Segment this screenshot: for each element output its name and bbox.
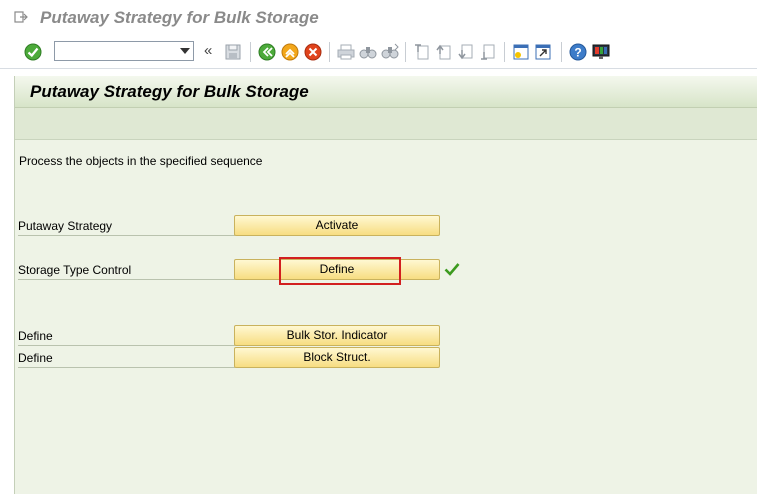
first-page-icon[interactable] — [412, 42, 432, 62]
application-toolbar — [15, 108, 757, 140]
label-storage-type-control: Storage Type Control — [18, 263, 235, 280]
exit-icon[interactable] — [14, 10, 28, 24]
create-session-icon[interactable] — [511, 42, 531, 62]
enter-icon[interactable] — [23, 42, 43, 62]
print-icon[interactable] — [336, 42, 356, 62]
main-screen: Putaway Strategy for Bulk Storage Proces… — [14, 76, 757, 494]
title-bar: Putaway Strategy for Bulk Storage — [0, 0, 757, 36]
cancel-icon[interactable] — [303, 42, 323, 62]
label-putaway-strategy: Putaway Strategy — [18, 219, 235, 236]
standard-toolbar: « ? — [0, 36, 757, 69]
highlight-box — [279, 257, 401, 285]
label-define-block: Define — [18, 351, 235, 368]
double-chevron-left-icon[interactable]: « — [204, 42, 212, 59]
previous-page-icon[interactable] — [434, 42, 454, 62]
screen-title: Putaway Strategy for Bulk Storage — [30, 82, 309, 101]
exit-icon[interactable] — [280, 42, 300, 62]
screen-header: Putaway Strategy for Bulk Storage — [15, 76, 757, 108]
toolbar-separator — [405, 42, 406, 62]
customize-layout-icon[interactable] — [591, 42, 611, 62]
find-icon[interactable] — [358, 42, 378, 62]
toolbar-separator — [329, 42, 330, 62]
toolbar-separator — [250, 42, 251, 62]
activate-button[interactable]: Activate — [234, 215, 440, 236]
instruction-text: Process the objects in the specified seq… — [19, 154, 263, 168]
shortcut-icon[interactable] — [533, 42, 553, 62]
chevron-down-icon[interactable] — [180, 48, 190, 54]
svg-text:?: ? — [574, 46, 581, 60]
label-define-bulk: Define — [18, 329, 235, 346]
bulk-stor-indicator-button[interactable]: Bulk Stor. Indicator — [234, 325, 440, 346]
back-icon[interactable] — [257, 42, 277, 62]
window-title: Putaway Strategy for Bulk Storage — [40, 8, 319, 27]
save-icon[interactable] — [223, 42, 243, 62]
toolbar-separator — [504, 42, 505, 62]
next-page-icon[interactable] — [456, 42, 476, 62]
checkmark-icon — [444, 263, 460, 276]
block-struct-button[interactable]: Block Struct. — [234, 347, 440, 368]
toolbar-separator — [561, 42, 562, 62]
find-next-icon[interactable] — [380, 42, 400, 62]
command-field[interactable] — [54, 41, 194, 61]
last-page-icon[interactable] — [478, 42, 498, 62]
help-icon[interactable]: ? — [568, 42, 588, 62]
